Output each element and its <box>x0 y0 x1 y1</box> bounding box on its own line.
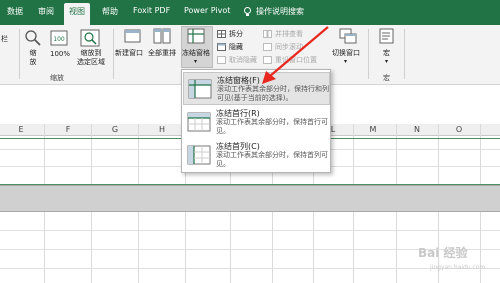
freeze-line <box>0 184 500 185</box>
side-by-side-label: 并排查看 <box>275 30 303 38</box>
unhide-label: 取消隐藏 <box>229 56 257 64</box>
separator <box>368 29 369 79</box>
sync-scroll-label: 同步滚动 <box>275 43 303 51</box>
freeze-top-row-icon <box>187 112 211 132</box>
switch-windows-icon <box>339 28 357 44</box>
chevron-down-icon: ▾ <box>194 58 198 65</box>
hide-label: 隐藏 <box>229 43 243 51</box>
unhide-icon <box>217 56 226 64</box>
freeze-panes-menu: 冻结窗格(F) 滚动工作表其余部分时，保持行和列可见(基于当前的选择)。 冻结首… <box>181 69 331 173</box>
column-header-f[interactable]: F <box>41 125 95 134</box>
zoom-label: 缩 放 <box>29 49 37 66</box>
ribbon-tab-bar: 数据 审阅 视图 帮助 Foxit PDF Power Pivot 操作说明搜索 <box>0 0 500 25</box>
zoom-100-icon: 100 <box>50 30 68 46</box>
chevron-down-icon: ▾ <box>385 58 389 65</box>
freeze-first-column-icon <box>187 145 211 165</box>
menu-item-freeze-first-column[interactable]: 冻结首列(C) 滚动工作表其余部分时，保持首列可见。 <box>183 139 330 172</box>
selected-row-band[interactable] <box>0 185 500 212</box>
menu-item-freeze-top-row[interactable]: 冻结首行(R) 滚动工作表其余部分时，保持首行可见。 <box>183 106 330 139</box>
freeze-panes-icon <box>188 79 212 99</box>
split-label: 拆分 <box>229 30 243 38</box>
macros-label: 宏 <box>383 49 390 57</box>
macros-icon <box>379 28 394 44</box>
lightbulb-icon <box>244 7 251 16</box>
freeze-panes-label: 冻结窗格 <box>182 49 210 57</box>
switch-windows-label: 切换窗口 <box>332 49 360 57</box>
column-header-g[interactable]: G <box>88 125 142 134</box>
menu-item-description: 滚动工作表其余部分时，保持首行可见。 <box>216 118 328 135</box>
tab-help[interactable]: 帮助 <box>102 6 118 17</box>
tab-foxit-pdf[interactable]: Foxit PDF <box>133 6 170 15</box>
split-icon <box>217 30 226 38</box>
zoom-selection-label: 缩放到 选定区域 <box>77 49 105 66</box>
new-window-label: 新建窗口 <box>115 49 143 57</box>
arrange-all-label: 全部重排 <box>148 49 176 57</box>
column-header-o[interactable]: O <box>432 125 486 134</box>
menu-item-freeze-panes[interactable]: 冻结窗格(F) 滚动工作表其余部分时，保持行和列可见(基于当前的选择)。 <box>183 72 330 105</box>
tab-data[interactable]: 数据 <box>7 6 23 17</box>
separator <box>404 29 405 79</box>
watermark-logo: Bai 经验 <box>418 246 468 260</box>
magnifier-icon <box>25 30 41 46</box>
arrange-all-icon <box>153 28 171 44</box>
macros-group-label: 宏 <box>383 74 390 82</box>
separator <box>113 29 114 79</box>
freeze-panes-icon <box>187 28 205 44</box>
zoom-group-label: 缩放 <box>50 74 64 82</box>
tab-power-pivot[interactable]: Power Pivot <box>184 6 230 15</box>
reset-position-icon <box>263 56 272 64</box>
grid-row-line <box>0 268 500 269</box>
partial-label: 栏 <box>1 35 8 43</box>
side-by-side-icon <box>263 30 272 38</box>
reset-position-label: 重设窗口位置 <box>275 56 317 64</box>
grid-row-line <box>0 230 500 231</box>
tab-review[interactable]: 审阅 <box>38 6 54 17</box>
sync-scroll-icon <box>263 43 272 51</box>
zoom-selection-icon <box>80 29 100 47</box>
zoom-100-label: 100% <box>50 50 71 58</box>
new-window-icon <box>124 29 141 43</box>
svg-text:100: 100 <box>53 36 65 43</box>
separator <box>19 29 20 79</box>
chevron-down-icon: ▾ <box>344 58 348 65</box>
tab-view[interactable]: 视图 <box>64 3 90 25</box>
menu-item-description: 滚动工作表其余部分时，保持行和列可见(基于当前的选择)。 <box>217 85 329 102</box>
menu-item-description: 滚动工作表其余部分时，保持首列可见。 <box>216 151 328 168</box>
tell-me-label: 操作说明搜索 <box>256 7 304 16</box>
watermark-url: jingyan.baidu.com <box>430 264 486 271</box>
hide-icon <box>217 43 226 51</box>
